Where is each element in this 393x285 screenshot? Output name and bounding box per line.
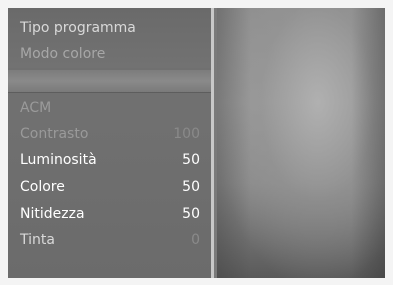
menu-item-label: Tipo programma (20, 20, 136, 36)
menu-item-value: 50 (182, 179, 200, 195)
menu-item-label: Colore (20, 179, 65, 195)
menu-item-label: Luminosità (20, 152, 97, 168)
picture-preview (217, 8, 385, 278)
menu-item-modo-colore[interactable]: Modo colore (20, 42, 200, 66)
menu-item-value: 100 (173, 126, 200, 142)
menu-item-nitidezza[interactable]: Nitidezza 50 (20, 202, 200, 226)
menu-separator-line (8, 92, 211, 93)
menu-item-contrasto[interactable]: Contrasto 100 (20, 122, 200, 146)
menu-item-tinta[interactable]: Tinta 0 (20, 228, 200, 252)
menu-item-label: Nitidezza (20, 206, 85, 222)
menu-item-value: 0 (191, 232, 200, 248)
menu-item-acm[interactable]: ACM (20, 96, 200, 120)
menu-item-tipo-programma[interactable]: Tipo programma (20, 16, 200, 40)
menu-item-label: Tinta (20, 232, 55, 248)
menu-item-label: Contrasto (20, 126, 89, 142)
menu-item-luminosita[interactable]: Luminosità 50 (20, 148, 200, 172)
tv-screen: Tipo programma Modo colore ACM Contrasto… (8, 8, 385, 278)
menu-item-label: Modo colore (20, 46, 106, 62)
osd-picture-menu: Tipo programma Modo colore ACM Contrasto… (8, 8, 214, 278)
menu-item-value: 50 (182, 152, 200, 168)
menu-item-value: 50 (182, 206, 200, 222)
menu-separator-band (8, 70, 211, 92)
menu-item-colore[interactable]: Colore 50 (20, 175, 200, 199)
menu-item-label: ACM (20, 100, 52, 116)
